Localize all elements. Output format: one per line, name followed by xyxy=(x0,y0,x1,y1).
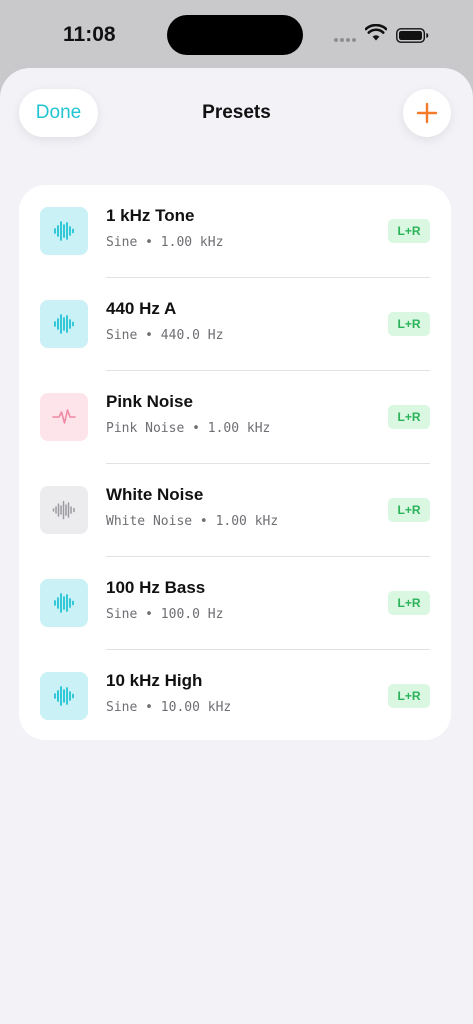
presets-list: 1 kHz Tone Sine • 1.00 kHz L+R 440 Hz A … xyxy=(19,185,451,740)
preset-details: White Noise • 1.00 kHz xyxy=(106,514,279,529)
cellular-signal-icon xyxy=(334,38,358,44)
pulse-icon xyxy=(40,393,88,441)
preset-row[interactable]: White Noise White Noise • 1.00 kHz L+R xyxy=(19,464,451,557)
preset-row[interactable]: Pink Noise Pink Noise • 1.00 kHz L+R xyxy=(19,371,451,464)
preset-row[interactable]: 440 Hz A Sine • 440.0 Hz L+R xyxy=(19,278,451,371)
preset-title: White Noise xyxy=(106,485,204,504)
preset-details: Sine • 440.0 Hz xyxy=(106,328,224,343)
preset-row[interactable]: 1 kHz Tone Sine • 1.00 kHz L+R xyxy=(19,185,451,278)
preset-frequency: 100.0 Hz xyxy=(160,607,224,622)
preset-title: 1 kHz Tone xyxy=(106,206,195,225)
preset-waveform: Sine xyxy=(106,328,138,343)
channel-badge: L+R xyxy=(388,312,430,336)
waveform-icon xyxy=(40,207,88,255)
preset-details: Pink Noise • 1.00 kHz xyxy=(106,421,271,436)
channel-badge: L+R xyxy=(388,591,430,615)
preset-waveform: Sine xyxy=(106,700,138,715)
preset-waveform: Sine xyxy=(106,607,138,622)
channel-badge: L+R xyxy=(388,405,430,429)
waveform-icon xyxy=(40,579,88,627)
channel-badge: L+R xyxy=(388,219,430,243)
add-preset-button[interactable] xyxy=(403,89,451,137)
dynamic-island xyxy=(167,15,303,55)
preset-details: Sine • 100.0 Hz xyxy=(106,607,224,622)
preset-frequency: 440.0 Hz xyxy=(160,328,224,343)
preset-waveform: Sine xyxy=(106,235,138,250)
plus-icon xyxy=(416,102,438,124)
preset-details: Sine • 10.00 kHz xyxy=(106,700,232,715)
preset-title: 100 Hz Bass xyxy=(106,578,206,597)
noise-waveform-icon xyxy=(40,486,88,534)
battery-icon xyxy=(396,28,429,43)
channel-badge: L+R xyxy=(388,498,430,522)
preset-frequency: 1.00 kHz xyxy=(160,235,224,250)
preset-title: Pink Noise xyxy=(106,392,193,411)
status-time: 11:08 xyxy=(63,23,116,46)
preset-row[interactable]: 100 Hz Bass Sine • 100.0 Hz L+R xyxy=(19,557,451,650)
preset-title: 440 Hz A xyxy=(106,299,177,318)
preset-frequency: 10.00 kHz xyxy=(160,700,232,715)
preset-waveform: Pink Noise xyxy=(106,421,185,436)
status-bar: 11:08 xyxy=(0,0,473,68)
waveform-icon xyxy=(40,300,88,348)
waveform-icon xyxy=(40,672,88,720)
preset-row[interactable]: 10 kHz High Sine • 10.00 kHz L+R xyxy=(19,650,451,743)
preset-details: Sine • 1.00 kHz xyxy=(106,235,224,250)
preset-frequency: 1.00 kHz xyxy=(207,421,271,436)
preset-title: 10 kHz High xyxy=(106,671,203,690)
preset-waveform: White Noise xyxy=(106,514,193,529)
preset-frequency: 1.00 kHz xyxy=(215,514,279,529)
channel-badge: L+R xyxy=(388,684,430,708)
wifi-icon xyxy=(365,24,387,41)
presets-sheet: Done Presets 1 kHz Tone Sine • 1.00 kHz … xyxy=(0,68,473,1024)
